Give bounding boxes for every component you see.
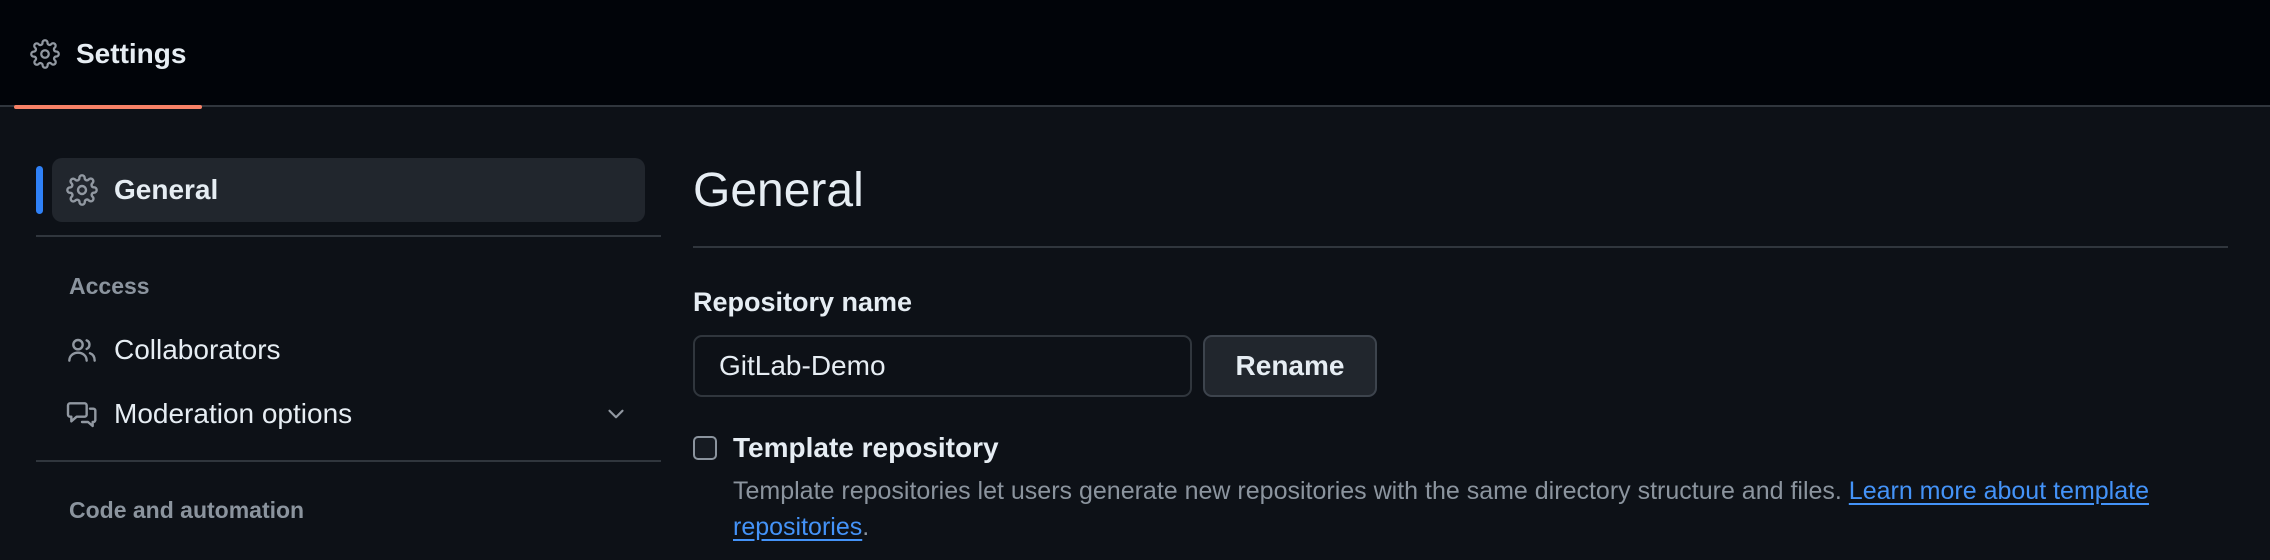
rename-button[interactable]: Rename bbox=[1203, 335, 1377, 397]
top-navigation-bar: Settings bbox=[0, 0, 2270, 109]
template-repository-checkbox[interactable] bbox=[693, 436, 717, 460]
sidebar-item-label: Moderation options bbox=[114, 398, 353, 429]
title-divider bbox=[693, 246, 2228, 248]
comment-discussion-icon bbox=[66, 398, 98, 430]
tab-label: Settings bbox=[76, 37, 187, 69]
description-trailing: . bbox=[862, 513, 870, 541]
description-text: Template repositories let users generate… bbox=[733, 477, 1849, 505]
sidebar-item-collaborators[interactable]: Collaborators bbox=[52, 323, 645, 377]
tab-active-underline bbox=[14, 105, 203, 109]
sidebar-item-label: Collaborators bbox=[114, 334, 281, 365]
sidebar-item-general[interactable]: General bbox=[52, 158, 645, 222]
sidebar-item-moderation-options[interactable]: Moderation options bbox=[52, 387, 645, 441]
template-repository-label: Template repository bbox=[733, 432, 999, 463]
repository-name-label: Repository name bbox=[693, 287, 913, 317]
chevron-down-icon[interactable] bbox=[603, 401, 629, 427]
sidebar-item-label: General bbox=[114, 174, 219, 205]
section-heading-code-and-automation: Code and automation bbox=[69, 497, 305, 523]
section-heading-access: Access bbox=[69, 273, 150, 299]
repository-name-input[interactable] bbox=[693, 335, 1192, 397]
sidebar-divider bbox=[36, 460, 661, 462]
template-repository-description: Template repositories let users generate… bbox=[733, 473, 2203, 545]
gear-icon bbox=[66, 174, 98, 206]
sidebar-divider bbox=[36, 235, 661, 237]
gear-icon bbox=[30, 38, 60, 69]
people-icon bbox=[66, 334, 98, 366]
tab-settings[interactable]: Settings bbox=[14, 0, 203, 109]
active-item-marker bbox=[36, 166, 43, 214]
page-title: General bbox=[693, 164, 864, 217]
